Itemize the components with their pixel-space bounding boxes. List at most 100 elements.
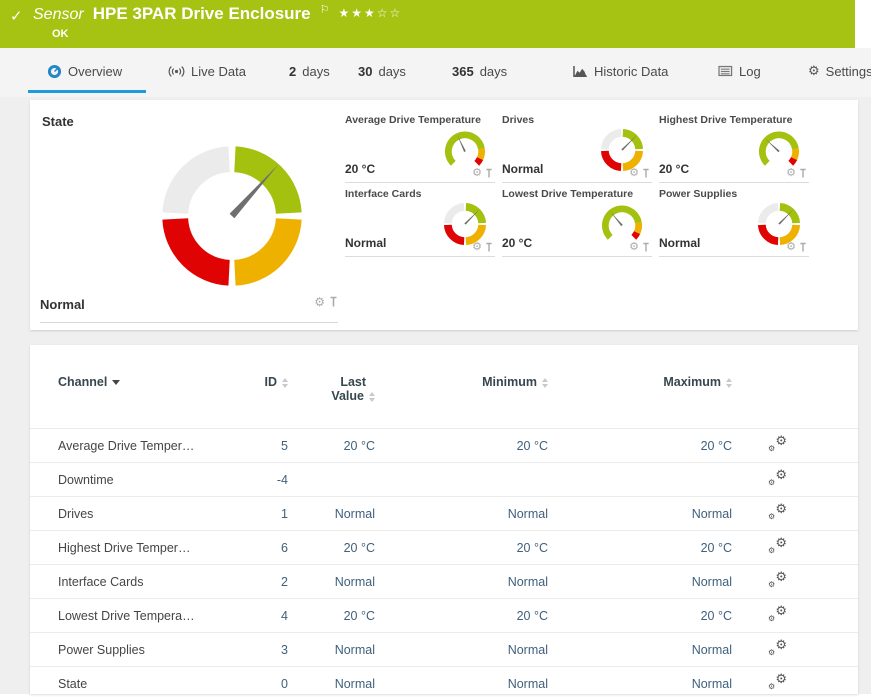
channel-name-cell[interactable]: Downtime bbox=[58, 473, 228, 487]
tab-2-days[interactable]: 2 days bbox=[289, 48, 330, 94]
channel-maximum-cell: 20 °C bbox=[548, 609, 732, 623]
col-header-maximum[interactable]: Maximum bbox=[548, 375, 732, 389]
channel-settings-gears-icon[interactable]: ⚙ ⚙ bbox=[768, 674, 787, 691]
channel-name-cell[interactable]: Interface Cards bbox=[58, 575, 228, 589]
table-row: Lowest Drive Tempera… 4 20 °C 20 °C 20 °… bbox=[30, 598, 858, 632]
channel-gauge-tile[interactable]: Lowest Drive Temperature 20 °C ⚙ bbox=[502, 186, 652, 257]
channel-actions-cell: ⚙ ⚙ bbox=[732, 470, 858, 490]
gauge-settings-icon[interactable]: ⚙ bbox=[629, 168, 639, 179]
channel-name-cell[interactable]: Drives bbox=[58, 507, 228, 521]
channel-last-value-cell: Normal bbox=[288, 575, 375, 589]
tab-label: days bbox=[378, 64, 405, 79]
tab-settings[interactable]: ⚙ Settings bbox=[808, 48, 871, 94]
gauge-settings-icon[interactable]: ⚙ bbox=[472, 242, 482, 253]
channel-gauge-tile[interactable]: Interface Cards Normal ⚙ bbox=[345, 186, 495, 257]
channel-name-cell[interactable]: State bbox=[58, 677, 228, 691]
channel-id-cell: 0 bbox=[228, 677, 288, 691]
table-row: Downtime -4 ⚙ ⚙ bbox=[30, 462, 858, 496]
tab-historic-data[interactable]: Historic Data bbox=[572, 48, 668, 94]
pin-icon[interactable] bbox=[329, 296, 338, 308]
small-gear-icon: ⚙ bbox=[768, 513, 775, 521]
active-tab-underline bbox=[28, 90, 146, 93]
channel-last-value-cell: Normal bbox=[288, 677, 375, 691]
tile-icons: ⚙ bbox=[472, 242, 493, 253]
channel-minimum-cell: 20 °C bbox=[375, 609, 548, 623]
gauge-settings-icon[interactable]: ⚙ bbox=[786, 168, 796, 179]
priority-stars[interactable]: ★★★☆☆ bbox=[339, 6, 403, 20]
big-gear-icon: ⚙ bbox=[775, 638, 787, 651]
state-gauge-footer: ⚙ Normal bbox=[40, 296, 338, 323]
pin-icon[interactable] bbox=[485, 168, 493, 179]
pin-icon[interactable] bbox=[485, 242, 493, 253]
tab-label: Historic Data bbox=[594, 64, 668, 79]
channel-gauge-tile[interactable]: Drives Normal ⚙ bbox=[502, 112, 652, 183]
status-check-icon: ✓ bbox=[10, 7, 23, 25]
pin-icon[interactable] bbox=[642, 242, 650, 253]
channel-minimum-cell: Normal bbox=[375, 643, 548, 657]
channel-settings-gears-icon[interactable]: ⚙ ⚙ bbox=[768, 436, 787, 453]
priority-flag-icon[interactable]: ⚐ bbox=[320, 3, 330, 16]
channel-settings-gears-icon[interactable]: ⚙ ⚙ bbox=[768, 538, 787, 555]
channel-gauge-value: Normal bbox=[502, 162, 543, 176]
sensor-title-row: Sensor HPE 3PAR Drive Enclosure ⚐ ★★★☆☆ bbox=[33, 4, 402, 24]
col-header-label: Value bbox=[331, 389, 364, 403]
channel-minimum-cell: 20 °C bbox=[375, 439, 548, 453]
gear-icon: ⚙ bbox=[808, 63, 820, 79]
tab-label: days bbox=[480, 64, 507, 79]
gauge-settings-icon[interactable]: ⚙ bbox=[472, 168, 482, 179]
channel-gauge-tile[interactable]: Average Drive Temperature 20 °C ⚙ bbox=[345, 112, 495, 183]
tab-number: 2 bbox=[289, 64, 296, 79]
channel-id-cell: 4 bbox=[228, 609, 288, 623]
channel-actions-cell: ⚙ ⚙ bbox=[732, 504, 858, 524]
channel-actions-cell: ⚙ ⚙ bbox=[732, 640, 858, 660]
col-header-last-value[interactable]: Last Value bbox=[288, 375, 375, 403]
col-header-label: Last bbox=[340, 375, 366, 389]
gauge-icon bbox=[47, 64, 62, 79]
channel-name-cell[interactable]: Lowest Drive Tempera… bbox=[58, 609, 228, 623]
channel-minimum-cell: 20 °C bbox=[375, 541, 548, 555]
channel-name-cell[interactable]: Highest Drive Temper… bbox=[58, 541, 228, 555]
tab-overview[interactable]: Overview bbox=[47, 48, 122, 94]
small-gear-icon: ⚙ bbox=[768, 445, 775, 453]
tab-live-data[interactable]: Live Data bbox=[168, 48, 246, 94]
state-gauge-value: Normal bbox=[40, 297, 85, 312]
gauge-settings-icon[interactable]: ⚙ bbox=[786, 242, 796, 253]
channel-id-cell: -4 bbox=[228, 473, 288, 487]
col-header-id[interactable]: ID bbox=[228, 375, 288, 389]
channel-settings-gears-icon[interactable]: ⚙ ⚙ bbox=[768, 504, 787, 521]
channel-gauge-tile[interactable]: Highest Drive Temperature 20 °C ⚙ bbox=[659, 112, 809, 183]
channel-minimum-cell: Normal bbox=[375, 575, 548, 589]
channel-settings-gears-icon[interactable]: ⚙ ⚙ bbox=[768, 606, 787, 623]
gauge-settings-icon[interactable]: ⚙ bbox=[314, 296, 325, 308]
channel-minimum-cell: Normal bbox=[375, 677, 548, 691]
table-row: Drives 1 Normal Normal Normal ⚙ ⚙ bbox=[30, 496, 858, 530]
pin-icon[interactable] bbox=[642, 168, 650, 179]
tab-365-days[interactable]: 365 days bbox=[452, 48, 507, 94]
pin-icon[interactable] bbox=[799, 242, 807, 253]
channel-maximum-cell: Normal bbox=[548, 507, 732, 521]
channel-id-cell: 6 bbox=[228, 541, 288, 555]
gauge-settings-icon[interactable]: ⚙ bbox=[629, 242, 639, 253]
channel-gauge-tile[interactable]: Power Supplies Normal ⚙ bbox=[659, 186, 809, 257]
tab-label: Settings bbox=[826, 64, 871, 79]
sensor-status-badge: OK bbox=[52, 28, 69, 40]
tab-30-days[interactable]: 30 days bbox=[358, 48, 406, 94]
channel-name-cell[interactable]: Average Drive Temper… bbox=[58, 439, 228, 453]
col-header-channel[interactable]: Channel bbox=[58, 375, 228, 389]
channel-settings-gears-icon[interactable]: ⚙ ⚙ bbox=[768, 470, 787, 487]
col-header-minimum[interactable]: Minimum bbox=[375, 375, 548, 389]
state-gauge[interactable] bbox=[146, 130, 318, 302]
channel-name-cell[interactable]: Power Supplies bbox=[58, 643, 228, 657]
table-body: Average Drive Temper… 5 20 °C 20 °C 20 °… bbox=[30, 428, 858, 700]
tab-label: Live Data bbox=[191, 64, 246, 79]
pin-icon[interactable] bbox=[799, 168, 807, 179]
channel-actions-cell: ⚙ ⚙ bbox=[732, 606, 858, 626]
channel-gauge-value: Normal bbox=[345, 236, 386, 250]
big-gear-icon: ⚙ bbox=[775, 536, 787, 549]
area-chart-icon bbox=[572, 65, 588, 78]
channel-settings-gears-icon[interactable]: ⚙ ⚙ bbox=[768, 640, 787, 657]
table-row: Average Drive Temper… 5 20 °C 20 °C 20 °… bbox=[30, 428, 858, 462]
tab-log[interactable]: Log bbox=[718, 48, 761, 94]
tab-label: Overview bbox=[68, 64, 122, 79]
channel-settings-gears-icon[interactable]: ⚙ ⚙ bbox=[768, 572, 787, 589]
